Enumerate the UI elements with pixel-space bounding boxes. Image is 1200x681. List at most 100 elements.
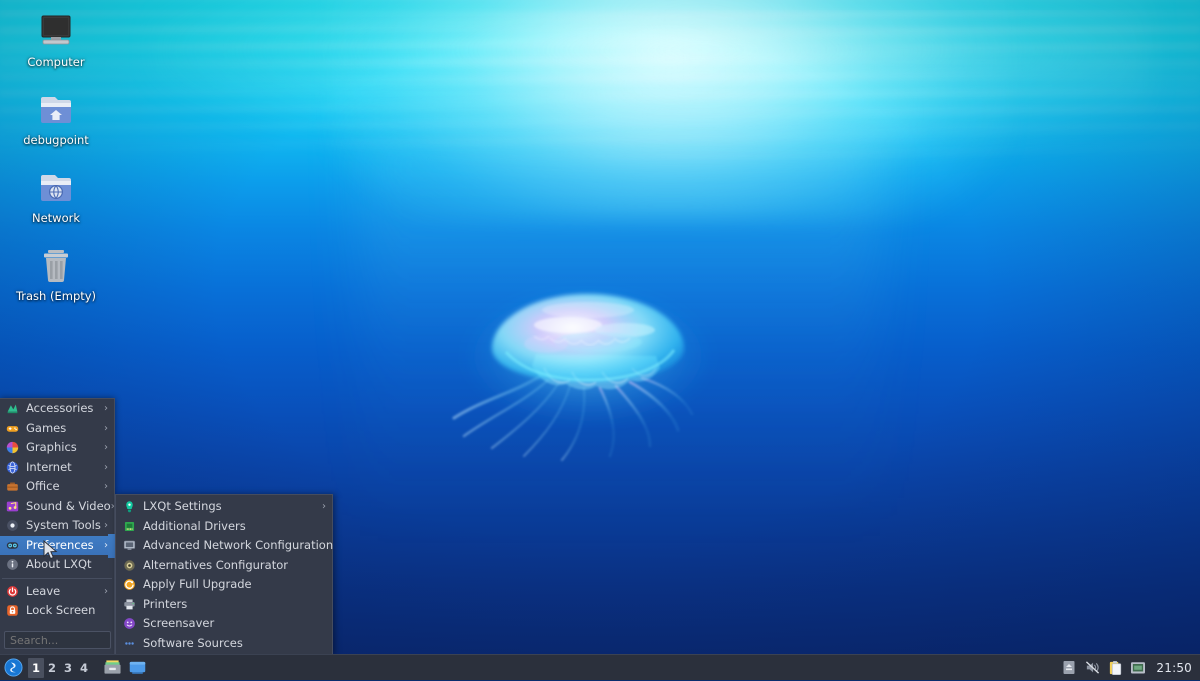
- task-button-folder-window[interactable]: [126, 657, 148, 679]
- desktop-icon-trash[interactable]: Trash (Empty): [0, 240, 112, 303]
- application-menu[interactable]: Accessories › Games ›: [0, 398, 115, 654]
- chevron-right-icon: ›: [104, 481, 110, 492]
- submenu-item-alternatives-configurator[interactable]: Alternatives Configurator: [116, 556, 332, 576]
- desktop-4-button[interactable]: 4: [76, 658, 92, 678]
- submenu-item-label: Screensaver: [143, 614, 328, 634]
- menu-item-label: Preferences: [26, 536, 104, 556]
- desktop-icon-computer[interactable]: Computer: [0, 6, 112, 69]
- chevron-right-icon: ›: [104, 442, 110, 453]
- preferences-icon: [4, 538, 20, 552]
- computer-icon: [0, 6, 112, 52]
- menu-item-games[interactable]: Games ›: [0, 419, 114, 439]
- chevron-right-icon: ›: [322, 501, 328, 512]
- sound-video-icon: [4, 499, 20, 513]
- menu-item-label: Leave: [26, 582, 104, 602]
- menu-item-label: Graphics: [26, 438, 104, 458]
- submenu-item-software-sources[interactable]: Software Sources: [116, 634, 332, 654]
- menu-separator: [2, 578, 112, 579]
- desktop-icon-network[interactable]: Network: [0, 162, 112, 225]
- accessories-icon: [4, 402, 20, 416]
- menu-item-graphics[interactable]: Graphics ›: [0, 438, 114, 458]
- volume-muted-icon[interactable]: [1083, 659, 1101, 677]
- chevron-right-icon: ›: [104, 403, 110, 414]
- chevron-right-icon: ›: [104, 423, 110, 434]
- clock[interactable]: 21:50: [1153, 661, 1200, 675]
- submenu-item-additional-drivers[interactable]: Additional Drivers: [116, 517, 332, 537]
- graphics-icon: [4, 441, 20, 455]
- office-icon: [4, 480, 20, 494]
- system-tools-icon: [4, 519, 20, 533]
- submenu-item-apply-full-upgrade[interactable]: Apply Full Upgrade: [116, 575, 332, 595]
- menu-search-area: [0, 627, 115, 654]
- preferences-submenu[interactable]: LXQt Settings › Additional Drivers: [115, 494, 333, 655]
- printer-icon: [121, 597, 137, 611]
- submenu-item-label: Alternatives Configurator: [143, 556, 328, 576]
- submenu-item-advanced-network-configuration[interactable]: Advanced Network Configuration: [116, 536, 332, 556]
- search-input[interactable]: [4, 631, 111, 649]
- task-button-file-manager[interactable]: [101, 657, 123, 679]
- info-icon: [4, 558, 20, 572]
- chevron-right-icon: ›: [104, 520, 110, 531]
- submenu-item-lxqt-settings[interactable]: LXQt Settings ›: [116, 497, 332, 517]
- removable-media-icon[interactable]: [1060, 659, 1078, 677]
- additional-drivers-icon: [121, 519, 137, 533]
- trash-icon: [0, 240, 112, 286]
- desktop-icon-label: Computer: [0, 56, 112, 69]
- menu-item-preferences[interactable]: Preferences ›: [0, 536, 114, 556]
- internet-icon: [4, 460, 20, 474]
- desktop-icon-home[interactable]: debugpoint: [0, 84, 112, 147]
- menu-item-label: Accessories: [26, 399, 104, 419]
- lxqt-start-icon: [4, 658, 23, 677]
- menu-item-leave[interactable]: Leave ›: [0, 582, 114, 602]
- submenu-item-label: Advanced Network Configuration: [143, 536, 333, 556]
- chevron-right-icon: ›: [104, 462, 110, 473]
- taskbar-panel[interactable]: 1 2 3 4: [0, 654, 1200, 680]
- software-sources-icon: [121, 636, 137, 650]
- menu-item-system-tools[interactable]: System Tools ›: [0, 516, 114, 536]
- start-menu-button[interactable]: [0, 655, 26, 681]
- submenu-item-label: LXQt Settings: [143, 497, 322, 517]
- submenu-item-label: Printers: [143, 595, 328, 615]
- menu-item-sound-video[interactable]: Sound & Video ›: [0, 497, 114, 517]
- desktop-icon-label: Network: [0, 212, 112, 225]
- upgrade-icon: [121, 578, 137, 592]
- menu-item-label: About LXQt: [26, 555, 110, 575]
- desktop[interactable]: Computer debugpoint: [0, 0, 1200, 680]
- system-tray: [1060, 659, 1153, 677]
- menu-item-label: System Tools: [26, 516, 104, 536]
- screensaver-icon: [121, 617, 137, 631]
- desktop-icon-label: debugpoint: [0, 134, 112, 147]
- home-folder-icon: [0, 84, 112, 130]
- alternatives-icon: [121, 558, 137, 572]
- menu-item-accessories[interactable]: Accessories ›: [0, 399, 114, 419]
- lock-icon: [4, 604, 20, 618]
- menu-item-label: Office: [26, 477, 104, 497]
- menu-item-about-lxqt[interactable]: About LXQt: [0, 555, 114, 575]
- menu-item-label: Sound & Video: [26, 497, 111, 517]
- menu-item-office[interactable]: Office ›: [0, 477, 114, 497]
- folder-window-icon: [128, 659, 147, 676]
- file-manager-icon: [103, 659, 122, 676]
- chevron-right-icon: ›: [104, 586, 110, 597]
- submenu-item-screensaver[interactable]: Screensaver: [116, 614, 332, 634]
- desktop-2-button[interactable]: 2: [44, 658, 60, 678]
- submenu-item-label: Apply Full Upgrade: [143, 575, 328, 595]
- submenu-item-label: Software Sources: [143, 634, 328, 654]
- clipboard-icon[interactable]: [1106, 659, 1124, 677]
- task-list: [101, 657, 148, 679]
- menu-item-label: Games: [26, 419, 104, 439]
- submenu-item-printers[interactable]: Printers: [116, 595, 332, 615]
- menu-item-label: Lock Screen: [26, 601, 110, 621]
- menu-item-lock-screen[interactable]: Lock Screen: [0, 601, 114, 621]
- desktop-1-button[interactable]: 1: [28, 658, 44, 678]
- network-connection-icon[interactable]: [1129, 659, 1147, 677]
- desktop-pager[interactable]: 1 2 3 4: [28, 657, 92, 679]
- menu-item-label: Internet: [26, 458, 104, 478]
- power-icon: [4, 584, 20, 598]
- lxqt-settings-icon: [121, 500, 137, 514]
- games-icon: [4, 421, 20, 435]
- desktop-3-button[interactable]: 3: [60, 658, 76, 678]
- network-config-icon: [121, 539, 137, 553]
- menu-item-internet[interactable]: Internet ›: [0, 458, 114, 478]
- network-folder-icon: [0, 162, 112, 208]
